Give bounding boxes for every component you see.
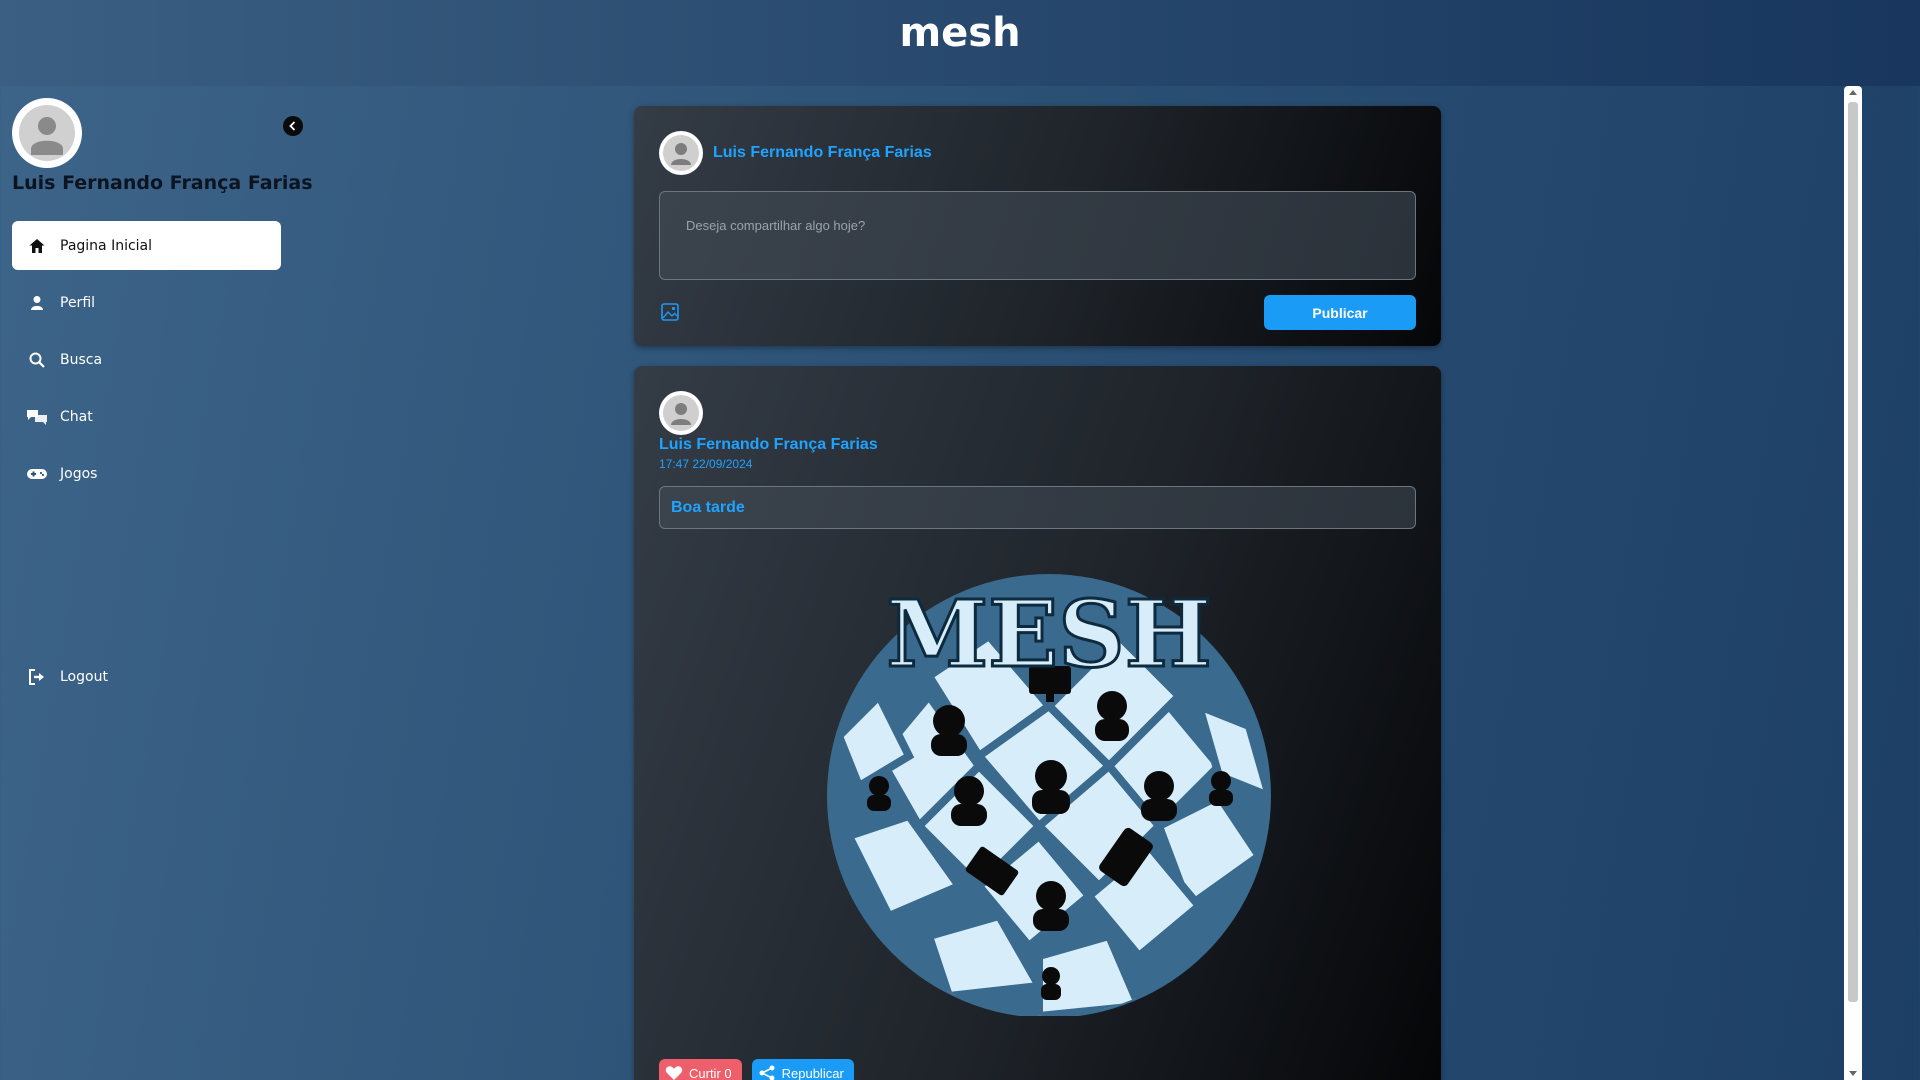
sidebar-nav: Pagina Inicial Perfil Busca Chat Jogos [12,221,281,506]
chevron-left-icon [289,121,296,131]
repost-label: Republicar [781,1065,844,1080]
sidebar-item-chat[interactable]: Chat [12,392,281,441]
sidebar-item-home[interactable]: Pagina Inicial [12,221,281,270]
sidebar-item-busca[interactable]: Busca [12,335,281,384]
user-silhouette-icon [671,403,691,425]
logout-button[interactable]: Logout [12,652,281,701]
composer-author-link[interactable]: Luis Fernando França Farias [713,144,932,162]
sidebar-user-name: Luis Fernando França Farias [12,172,313,194]
search-icon [26,349,48,371]
top-bar: mesh [0,0,1920,86]
logout-label: Logout [60,668,108,685]
avatar[interactable] [12,98,82,168]
sidebar-item-label: Jogos [60,465,98,482]
scrollbar[interactable] [1844,86,1862,1080]
logout-nav: Logout [12,652,281,709]
app-title: mesh [899,10,1021,56]
sidebar-item-label: Chat [60,408,93,425]
sidebar-item-label: Busca [60,351,103,368]
like-label: Curtir 0 [689,1065,732,1080]
sidebar: Luis Fernando França Farias Pagina Inici… [0,86,313,1080]
user-icon [26,292,48,314]
user-silhouette-icon [671,143,691,165]
publish-button[interactable]: Publicar [1264,295,1416,330]
attach-image-icon[interactable] [659,301,681,323]
post-image[interactable]: MESH [819,556,1279,1016]
post-input[interactable] [659,191,1416,280]
sidebar-item-jogos[interactable]: Jogos [12,449,281,498]
user-silhouette-icon [31,117,63,155]
collapse-sidebar-button[interactable] [283,116,303,136]
like-button[interactable]: Curtir 0 [659,1059,742,1080]
chat-icon [26,406,48,428]
sidebar-item-label: Perfil [60,294,96,311]
scroll-up-arrow-icon[interactable] [1849,90,1857,95]
composer-header: Luis Fernando França Farias [659,131,932,175]
post-composer: Luis Fernando França Farias Publicar [634,106,1441,346]
sidebar-item-perfil[interactable]: Perfil [12,278,281,327]
post-author-link[interactable]: Luis Fernando França Farias [659,436,878,454]
post-timestamp: 17:47 22/09/2024 [659,457,753,471]
avatar[interactable] [659,131,703,175]
logout-icon [26,666,48,688]
post-actions: Curtir 0 Republicar [659,1059,854,1080]
scrollbar-thumb[interactable] [1848,102,1858,1002]
post-text: Boa tarde [659,486,1416,529]
feed-post: Luis Fernando França Farias 17:47 22/09/… [634,366,1441,1080]
heart-icon [665,1066,683,1080]
sidebar-item-label: Pagina Inicial [60,237,153,254]
gamepad-icon [26,463,48,485]
avatar[interactable] [659,391,703,435]
post-image-logo-text: MESH [886,580,1211,688]
scroll-down-arrow-icon[interactable] [1849,1071,1857,1076]
repost-button[interactable]: Republicar [751,1059,854,1080]
home-icon [26,235,48,257]
share-icon [759,1065,775,1080]
